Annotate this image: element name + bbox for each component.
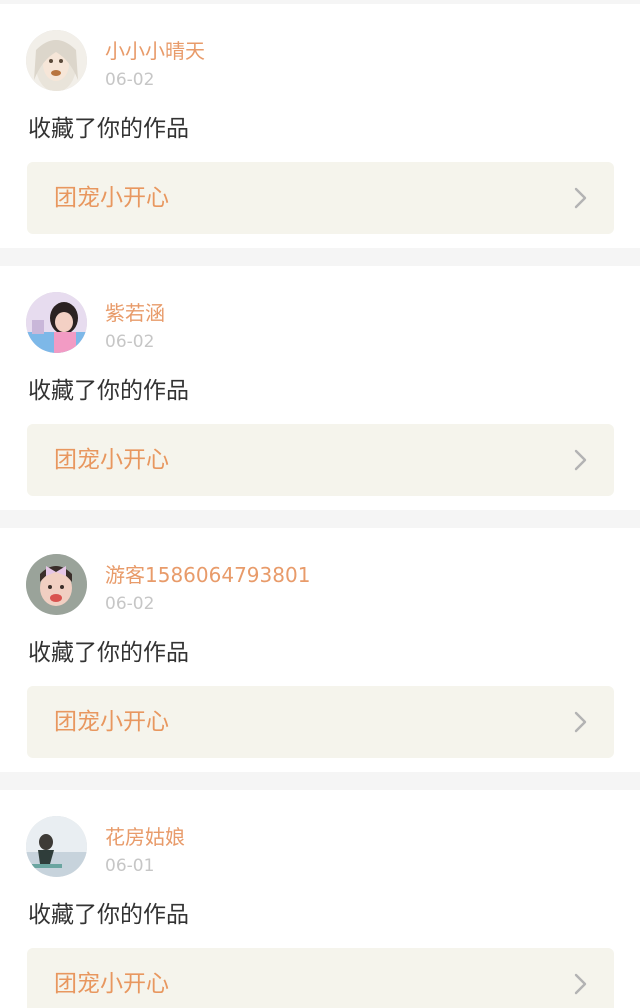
work-link[interactable]: 团宠小开心 [27,686,614,758]
activity-text: 收藏了你的作品 [28,902,189,928]
timestamp: 06-02 [105,70,155,90]
username[interactable]: 花房姑娘 [105,823,185,851]
notification-card: 花房姑娘 06-01 收藏了你的作品 团宠小开心 [0,790,640,1008]
chevron-right-icon [574,973,587,995]
notification-card: 游客1586064793801 06-02 收藏了你的作品 团宠小开心 [0,528,640,772]
notification-card: 小小小晴天 06-02 收藏了你的作品 团宠小开心 [0,4,640,248]
activity-text: 收藏了你的作品 [28,116,189,142]
username[interactable]: 游客1586064793801 [105,561,310,589]
chevron-right-icon [574,187,587,209]
work-title: 团宠小开心 [54,185,169,211]
notification-card: 紫若涵 06-02 收藏了你的作品 团宠小开心 [0,266,640,510]
notification-feed: 小小小晴天 06-02 收藏了你的作品 团宠小开心 紫若涵 06-02 收藏了你… [0,0,640,1008]
avatar-child-bow-icon[interactable] [26,554,87,615]
avatar-figure-seaside-icon[interactable] [26,816,87,877]
username[interactable]: 小小小晴天 [105,37,205,65]
work-title: 团宠小开心 [54,709,169,735]
work-link[interactable]: 团宠小开心 [27,162,614,234]
chevron-right-icon [574,711,587,733]
timestamp: 06-01 [105,856,155,876]
activity-text: 收藏了你的作品 [28,640,189,666]
work-link[interactable]: 团宠小开心 [27,424,614,496]
work-title: 团宠小开心 [54,971,169,997]
timestamp: 06-02 [105,594,155,614]
avatar-girl-pink-icon[interactable] [26,292,87,353]
work-title: 团宠小开心 [54,447,169,473]
avatar-girl-white-hair-icon[interactable] [26,30,87,91]
username[interactable]: 紫若涵 [105,299,165,327]
timestamp: 06-02 [105,332,155,352]
activity-text: 收藏了你的作品 [28,378,189,404]
chevron-right-icon [574,449,587,471]
work-link[interactable]: 团宠小开心 [27,948,614,1008]
